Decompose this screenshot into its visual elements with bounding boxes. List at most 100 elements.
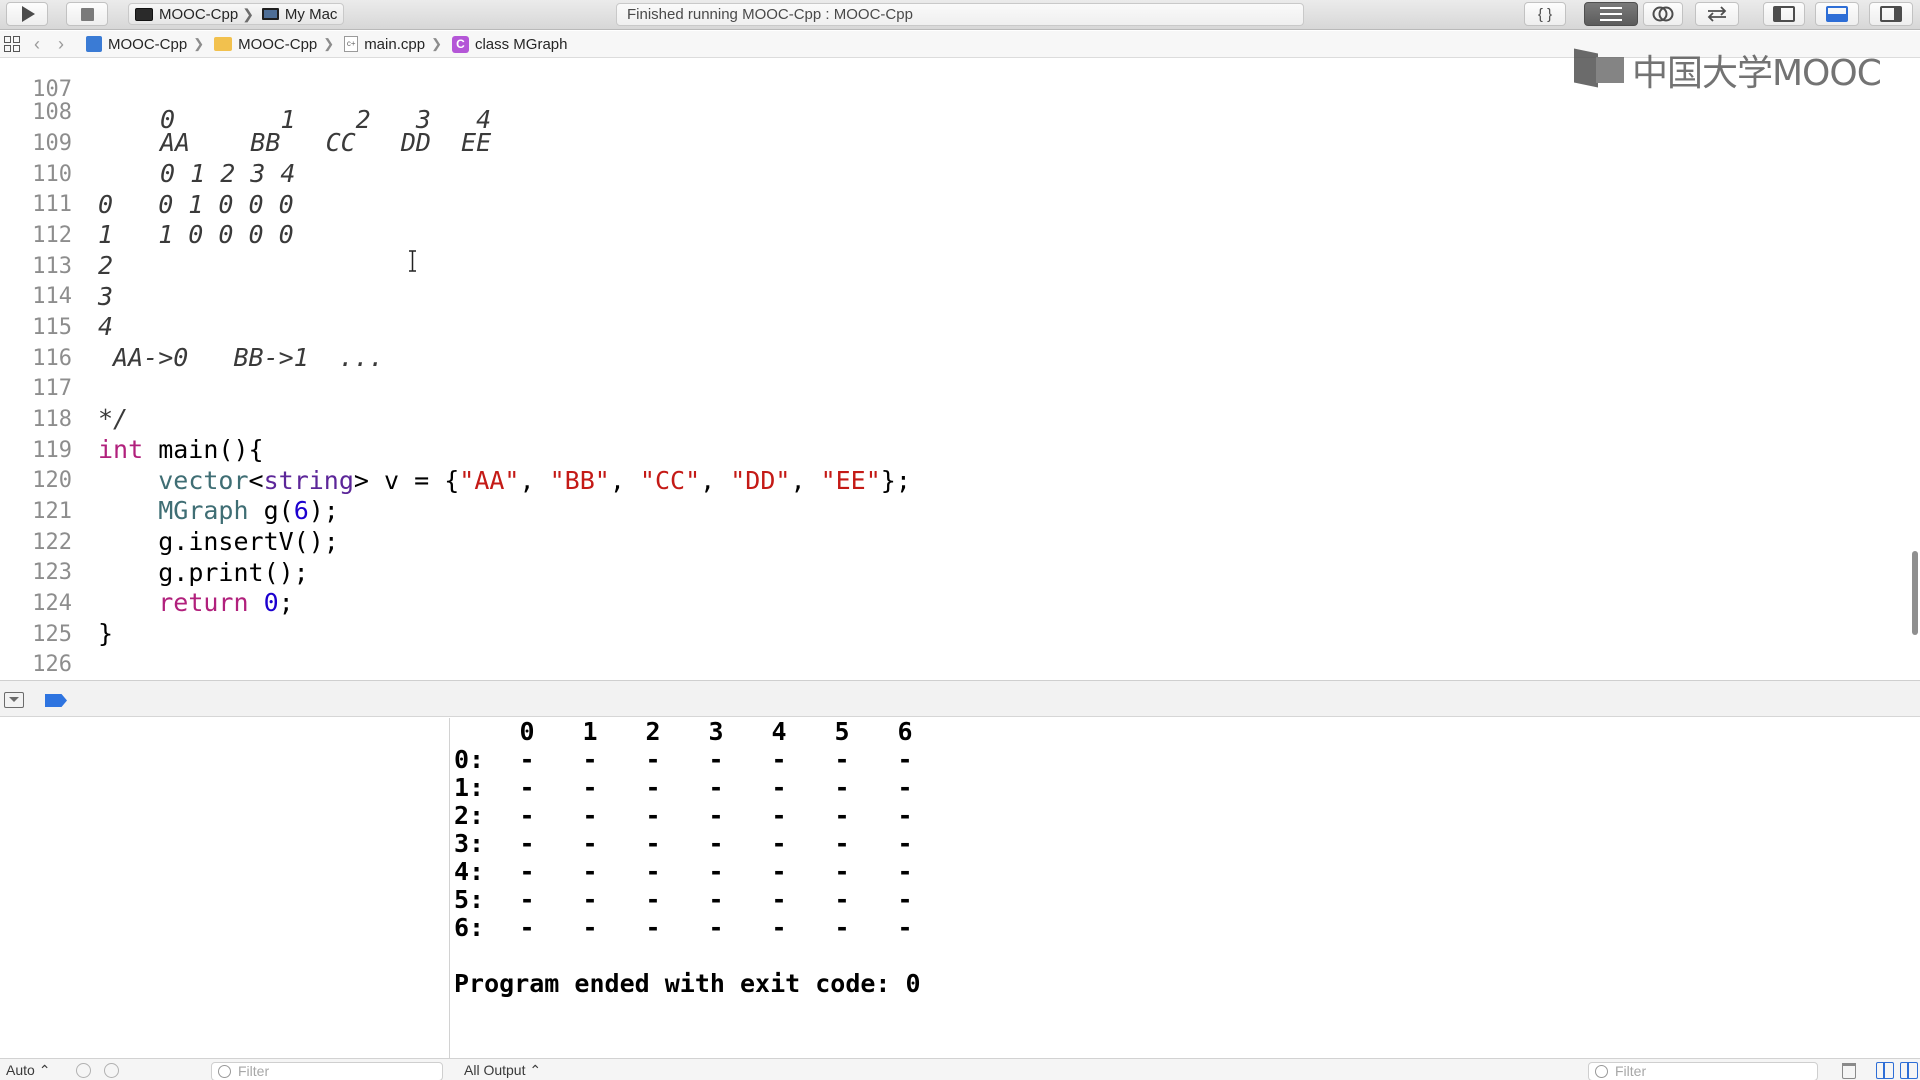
code-line: 109 0 1 2 3 4 xyxy=(0,99,1900,188)
matrix-cell: - xyxy=(771,773,787,802)
code-line: 115 AA->0 BB->1 ... xyxy=(0,283,1900,372)
eye-icon[interactable] xyxy=(76,1063,91,1078)
left-panel-icon xyxy=(1773,6,1795,22)
code-line: 123 return 0; xyxy=(0,528,1900,617)
code-line: 122 g.print(); xyxy=(0,498,1900,587)
matrix-cell: - xyxy=(834,773,850,802)
breadcrumb-symbol[interactable]: C class MGraph xyxy=(451,35,568,53)
matrix-row: 4: - - - - - - - xyxy=(454,858,954,886)
exit-message: Program ended with exit code: 0 xyxy=(454,969,921,998)
variables-filter-input[interactable]: Filter xyxy=(211,1062,443,1080)
related-items-grid-icon[interactable] xyxy=(4,36,20,52)
class-symbol-icon: C xyxy=(451,35,469,53)
run-button[interactable] xyxy=(6,2,48,26)
matrix-header-row: 0 1 2 3 4 5 6 xyxy=(454,718,954,746)
version-editor-button[interactable] xyxy=(1695,2,1739,26)
filter-icon xyxy=(1595,1065,1608,1078)
mooc-logo-icon xyxy=(1574,48,1628,91)
braces-icon: { } xyxy=(1537,5,1553,23)
breadcrumb-symbol-label: class MGraph xyxy=(474,35,568,53)
matrix-cell: - xyxy=(897,857,913,886)
matrix-cell: - xyxy=(897,829,913,858)
console-output[interactable]: 0 1 2 3 4 5 6 0: - - - - - - - 1: - - - … xyxy=(451,718,1920,1058)
trash-icon[interactable] xyxy=(1842,1063,1856,1079)
breadcrumb-project-label: MOOC-Cpp xyxy=(108,35,188,53)
debug-bar xyxy=(0,680,1920,717)
info-icon[interactable] xyxy=(104,1063,119,1078)
matrix-cell: - xyxy=(645,885,661,914)
code-line: 118 int main(){ xyxy=(0,375,1900,464)
matrix-cell: - xyxy=(897,745,913,774)
matrix-cell: - xyxy=(834,857,850,886)
matrix-cell: - xyxy=(708,913,724,942)
matrix-cell: - xyxy=(582,829,598,858)
matrix-row-label: 1: xyxy=(454,773,485,802)
matrix-cell: - xyxy=(645,857,661,886)
matrix-row-label: 4: xyxy=(454,857,485,886)
scheme-device-label: My Mac xyxy=(284,5,338,23)
code-line: 116 xyxy=(0,314,1900,371)
matrix-cell: - xyxy=(582,801,598,830)
project-icon xyxy=(86,36,102,52)
code-line: 121 g.insertV(); xyxy=(0,467,1900,556)
matrix-cell: - xyxy=(708,885,724,914)
matrix-cell: - xyxy=(519,801,535,830)
matrix-cell: - xyxy=(519,857,535,886)
hide-debug-area-icon[interactable] xyxy=(4,692,24,708)
code-line: 117 */ xyxy=(0,344,1900,433)
matrix-cell: - xyxy=(582,773,598,802)
forward-arrow-icon[interactable]: › xyxy=(58,34,64,55)
matrix-row-label: 6: xyxy=(454,913,485,942)
matrix-cell: - xyxy=(771,745,787,774)
back-arrow-icon[interactable]: ‹ xyxy=(34,34,40,55)
filter-placeholder: Filter xyxy=(1615,1063,1647,1079)
matrix-cell: - xyxy=(519,829,535,858)
breadcrumb-group-label: MOOC-Cpp xyxy=(238,35,318,53)
breakpoints-toggle-icon[interactable] xyxy=(45,694,67,707)
matrix-row-label: 0: xyxy=(454,745,485,774)
matrix-cell: - xyxy=(834,745,850,774)
matrix-cell: - xyxy=(771,857,787,886)
filter-icon xyxy=(218,1065,231,1078)
cpp-file-icon: c+ xyxy=(344,36,359,52)
code-line: 120 MGraph g(6); xyxy=(0,436,1900,525)
editor-scrollbar[interactable] xyxy=(1912,551,1918,635)
scheme-selector[interactable]: MOOC-Cpp ❯ My Mac xyxy=(128,3,345,25)
assistant-editor-button[interactable] xyxy=(1643,2,1683,26)
code-line: 114 4 xyxy=(0,252,1900,341)
console-filter-input[interactable]: Filter xyxy=(1588,1062,1818,1080)
watermark-text: 中国大学MOOC xyxy=(1632,53,1882,94)
variables-scope-select[interactable]: Auto ⌃ xyxy=(6,1062,50,1080)
breadcrumb-project[interactable]: MOOC-Cpp ❯ xyxy=(86,36,204,53)
matrix-col-header: 4 xyxy=(771,718,787,746)
toggle-navigator-button[interactable] xyxy=(1763,2,1805,26)
code-line: 110 0 0 1 0 0 0 xyxy=(0,130,1900,219)
editor-standard-button[interactable]: { } xyxy=(1524,2,1566,26)
show-variables-icon[interactable] xyxy=(1876,1062,1894,1079)
chevron-right-icon: ❯ xyxy=(323,36,335,51)
matrix-row: 5: - - - - - - - xyxy=(454,886,954,914)
variables-view xyxy=(0,718,450,1058)
output-type-select[interactable]: All Output ⌃ xyxy=(464,1062,541,1080)
show-console-icon[interactable] xyxy=(1900,1062,1918,1079)
text-cursor-icon xyxy=(409,250,416,272)
toggle-debug-area-button[interactable] xyxy=(1815,2,1859,26)
mooc-watermark: 中国大学MOOC xyxy=(1574,44,1882,96)
breadcrumb-file-label: main.cpp xyxy=(364,35,426,53)
matrix-cell: - xyxy=(834,913,850,942)
matrix-col-header: 1 xyxy=(582,718,598,746)
matrix-col-header: 3 xyxy=(708,718,724,746)
source-editor[interactable]: 107 0 1 2 3 4 108 AA BB CC DD EE 109 0 1… xyxy=(0,59,1920,679)
matrix-cell: - xyxy=(771,829,787,858)
stop-button[interactable] xyxy=(66,2,108,26)
editor-standard-mode-button[interactable] xyxy=(1584,2,1638,26)
activity-status: Finished running MOOC-Cpp : MOOC-Cpp xyxy=(616,3,1304,26)
breadcrumb-file[interactable]: c+ main.cpp ❯ xyxy=(344,36,442,53)
bottom-panel-icon xyxy=(1826,6,1848,22)
mac-icon xyxy=(261,8,279,20)
breadcrumb-group[interactable]: MOOC-Cpp ❯ xyxy=(214,36,334,53)
code-line: 112 2 xyxy=(0,191,1900,280)
window-toolbar: MOOC-Cpp ❯ My Mac Finished running MOOC-… xyxy=(0,0,1920,30)
matrix-cell: - xyxy=(582,857,598,886)
toggle-inspector-button[interactable] xyxy=(1869,2,1913,26)
